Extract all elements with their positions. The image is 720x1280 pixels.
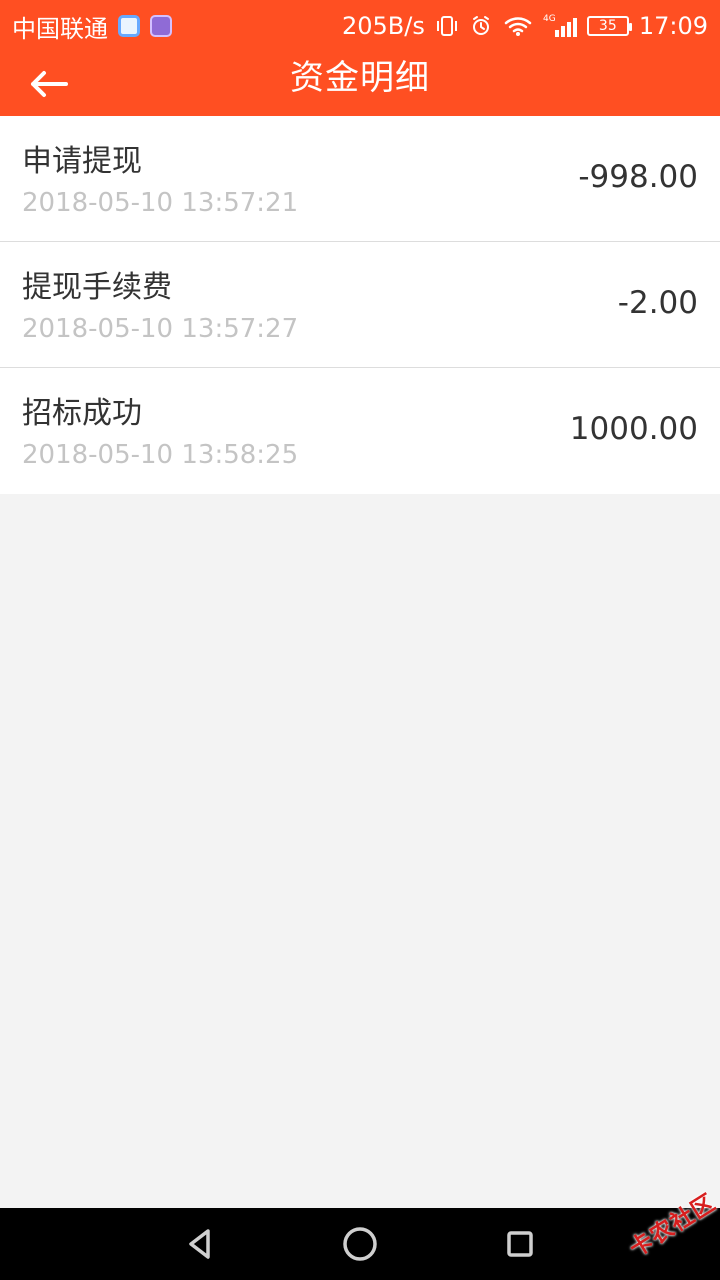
empty-content-area [0, 494, 720, 1208]
back-triangle-icon [189, 1229, 210, 1259]
transaction-row[interactable]: 招标成功 2018-05-10 13:58:25 1000.00 [0, 368, 720, 494]
cellular-signal-icon: 4G [543, 13, 577, 39]
transaction-title: 申请提现 [22, 144, 142, 179]
battery-level: 35 [598, 18, 617, 34]
status-bar: 中国联通 205B/s 4G 35 17:09 [0, 0, 720, 52]
clock-time: 17:09 [638, 12, 708, 40]
transaction-amount: 1000.00 [569, 411, 698, 447]
transaction-title: 招标成功 [22, 396, 142, 431]
transaction-time: 2018-05-10 13:58:25 [22, 440, 299, 470]
network-type-label: 4G [543, 14, 556, 24]
browser-notification-icon [118, 15, 140, 37]
status-left-group: 中国联通 [12, 9, 172, 44]
alarm-icon [469, 14, 493, 38]
gallery-notification-icon [150, 15, 172, 37]
recents-nav-button[interactable] [496, 1220, 544, 1268]
recents-square-icon [507, 1231, 533, 1257]
app-bar: 资金明细 [0, 52, 720, 116]
wifi-icon [503, 14, 533, 38]
transaction-amount: -2.00 [617, 285, 698, 321]
transaction-list: 申请提现 2018-05-10 13:57:21 -998.00 提现手续费 2… [0, 116, 720, 494]
transaction-time: 2018-05-10 13:57:21 [22, 188, 299, 218]
transaction-amount: -998.00 [578, 159, 698, 195]
carrier-label: 中国联通 [12, 14, 108, 43]
back-nav-button[interactable] [176, 1220, 224, 1268]
transaction-title: 提现手续费 [22, 270, 172, 305]
transaction-time: 2018-05-10 13:57:27 [22, 314, 299, 344]
battery-icon: 35 [586, 16, 632, 36]
home-nav-button[interactable] [336, 1220, 384, 1268]
vibrate-icon [435, 14, 459, 38]
navigation-bar [0, 1208, 720, 1280]
transaction-row[interactable]: 申请提现 2018-05-10 13:57:21 -998.00 [0, 116, 720, 242]
home-circle-icon [343, 1227, 377, 1261]
status-right-group: 205B/s 4G 35 17:09 [342, 12, 708, 40]
page-title: 资金明细 [290, 58, 430, 98]
network-speed: 205B/s [341, 12, 425, 40]
transaction-row[interactable]: 提现手续费 2018-05-10 13:57:27 -2.00 [0, 242, 720, 368]
